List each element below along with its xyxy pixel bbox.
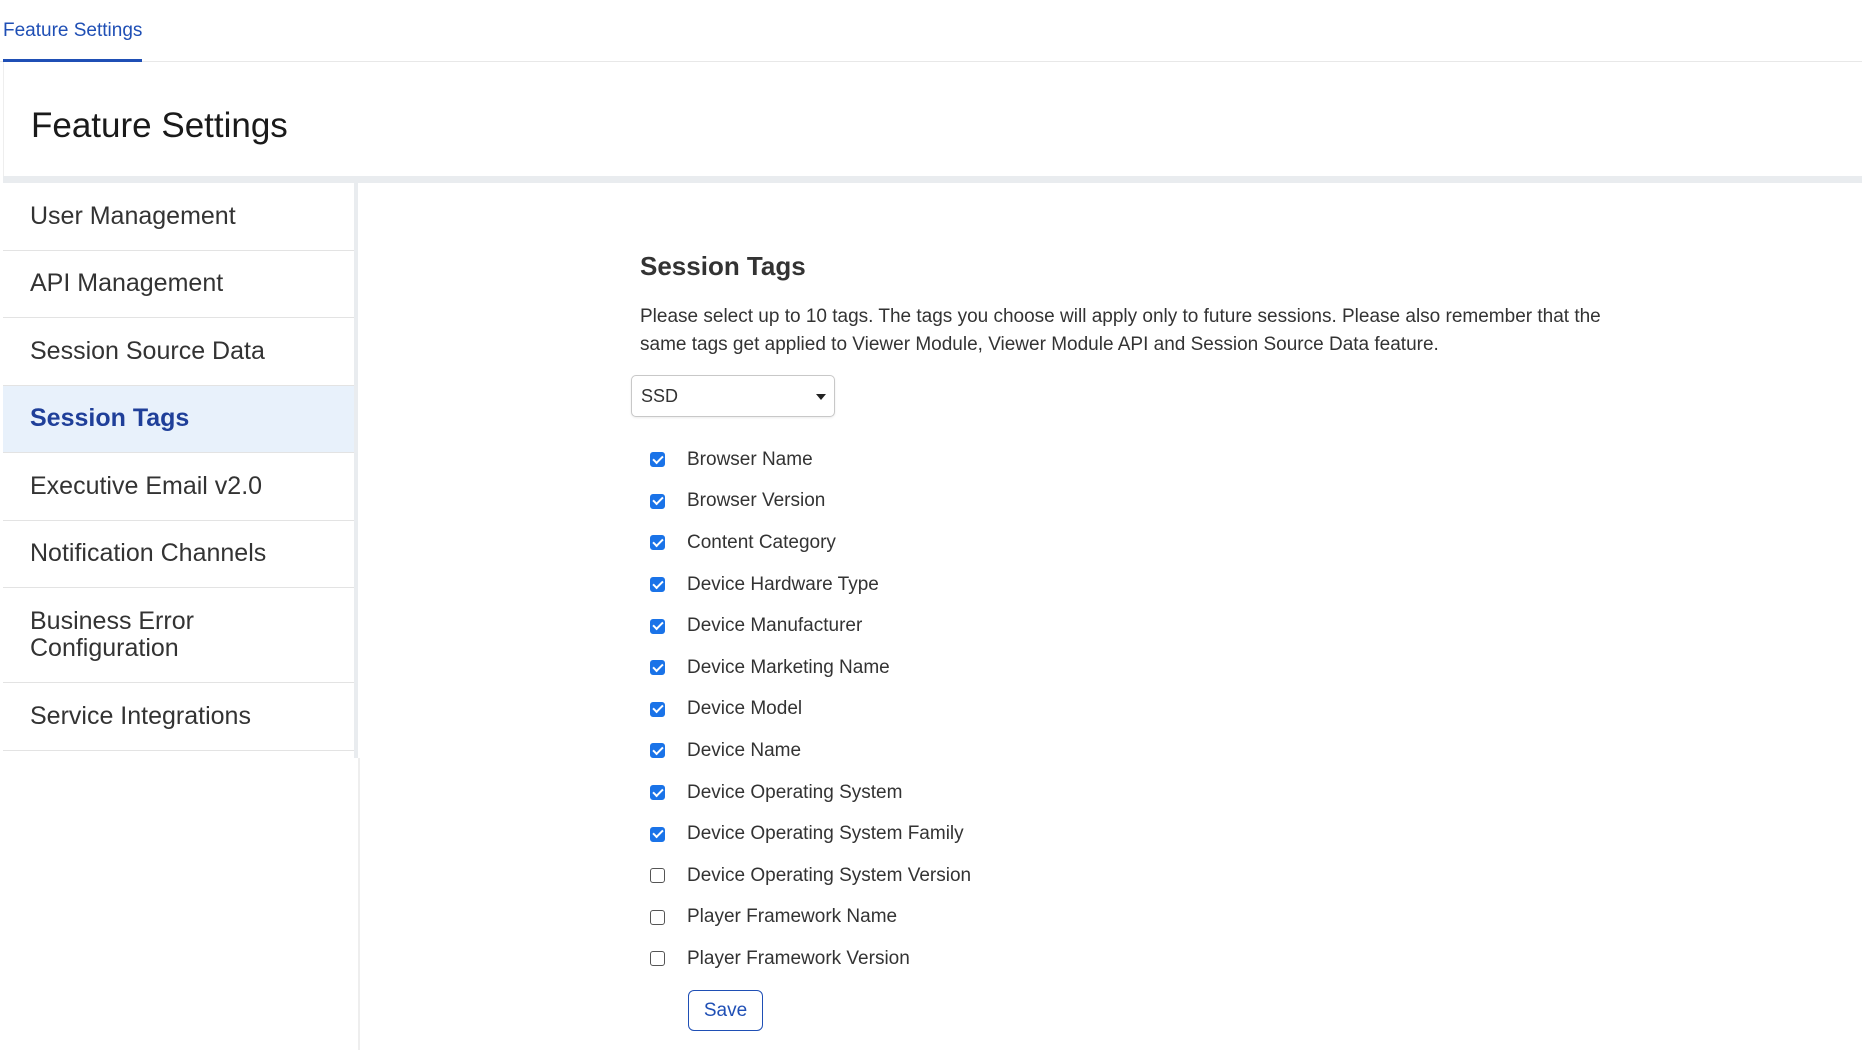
- checkbox-device-marketing-name[interactable]: [650, 660, 665, 676]
- tag-label: Content Category: [687, 531, 836, 553]
- page-header: Feature Settings: [3, 62, 1862, 176]
- sidebar-item-session-tags[interactable]: Session Tags: [3, 385, 354, 453]
- checkbox-content-category[interactable]: [650, 535, 665, 551]
- checkbox-device-name[interactable]: [650, 743, 665, 759]
- tag-label: Device Operating System Version: [687, 864, 972, 886]
- sidebar-item-label: Session Source Data: [30, 336, 265, 365]
- sidebar-item-user-management[interactable]: User Management: [3, 183, 354, 251]
- tag-row: Player Framework Name: [650, 897, 1250, 939]
- tag-label: Device Hardware Type: [687, 573, 879, 595]
- sidebar-item-label: Notification Channels: [30, 539, 267, 567]
- sidebar-item-label: Session Tags: [30, 404, 190, 432]
- sidebar-item-business-error-configuration[interactable]: Business Error Configuration: [3, 588, 354, 683]
- tag-row: Browser Version: [650, 481, 1250, 523]
- tag-label: Player Framework Name: [687, 906, 898, 928]
- sidebar-item-notification-channels[interactable]: Notification Channels: [3, 521, 354, 588]
- checkbox-device-operating-system-version[interactable]: [650, 868, 665, 884]
- checkbox-device-operating-system[interactable]: [650, 785, 665, 801]
- checkbox-device-model[interactable]: [650, 701, 665, 717]
- save-button[interactable]: Save: [688, 990, 763, 1031]
- caret-down-icon: [816, 394, 826, 400]
- checkbox-device-hardware-type[interactable]: [650, 577, 665, 593]
- page-title: Feature Settings: [31, 106, 288, 145]
- top-tab-bar: Feature Settings: [0, 0, 1862, 62]
- sidebar-item-label: User Management: [30, 201, 236, 230]
- tag-row: Browser Name: [650, 439, 1250, 481]
- sidebar: User Management API Management Session S…: [3, 183, 358, 758]
- tag-label: Device Model: [687, 698, 803, 720]
- tag-label: Browser Version: [687, 490, 826, 512]
- header-divider: [3, 176, 1862, 183]
- tag-label: Device Marketing Name: [687, 656, 890, 678]
- checkbox-player-framework-name[interactable]: [650, 909, 665, 925]
- tag-label: Player Framework Version: [687, 947, 910, 969]
- tag-source-select[interactable]: SSD: [631, 375, 835, 417]
- tab-feature-settings[interactable]: Feature Settings: [3, 0, 143, 62]
- sidebar-item-executive-email[interactable]: Executive Email v2.0: [3, 453, 354, 521]
- tag-label: Device Name: [687, 739, 802, 761]
- tag-label: Device Operating System: [687, 781, 903, 803]
- tag-row: Device Operating System Version: [650, 855, 1250, 897]
- sidebar-item-label: Business Error Configuration: [30, 606, 194, 662]
- sidebar-item-label: Service Integrations: [30, 701, 251, 730]
- tag-label: Device Manufacturer: [687, 615, 863, 637]
- sidebar-divider: [358, 758, 360, 1050]
- select-value: SSD: [641, 386, 679, 406]
- tag-checkbox-list: Browser Name Browser Version Content Cat…: [650, 439, 1250, 980]
- checkbox-device-operating-system-family[interactable]: [650, 826, 665, 842]
- sidebar-item-label: API Management: [30, 269, 224, 297]
- section-description: Please select up to 10 tags. The tags yo…: [640, 306, 1601, 355]
- sidebar-item-api-management[interactable]: API Management: [3, 251, 354, 318]
- tag-row: Player Framework Version: [650, 938, 1250, 980]
- tag-row: Device Manufacturer: [650, 605, 1250, 647]
- tag-label: Device Operating System Family: [687, 823, 964, 845]
- section-title: Session Tags: [640, 251, 806, 281]
- tag-row: Device Marketing Name: [650, 647, 1250, 689]
- checkbox-player-framework-version[interactable]: [650, 951, 665, 967]
- tag-row: Device Name: [650, 730, 1250, 772]
- sidebar-item-session-source-data[interactable]: Session Source Data: [3, 318, 354, 386]
- tag-row: Content Category: [650, 522, 1250, 564]
- sidebar-item-service-integrations[interactable]: Service Integrations: [3, 683, 354, 751]
- checkbox-browser-name[interactable]: [650, 452, 665, 468]
- tag-label: Browser Name: [687, 448, 813, 470]
- tag-row: Device Operating System: [650, 772, 1250, 814]
- session-tags-panel: Session Tags Please select up to 10 tags…: [631, 183, 1640, 1043]
- tag-row: Device Operating System Family: [650, 813, 1250, 855]
- checkbox-device-manufacturer[interactable]: [650, 618, 665, 634]
- tag-row: Device Hardware Type: [650, 564, 1250, 606]
- tag-row: Device Model: [650, 689, 1250, 731]
- checkbox-browser-version[interactable]: [650, 493, 665, 509]
- sidebar-item-label: Executive Email v2.0: [30, 471, 263, 500]
